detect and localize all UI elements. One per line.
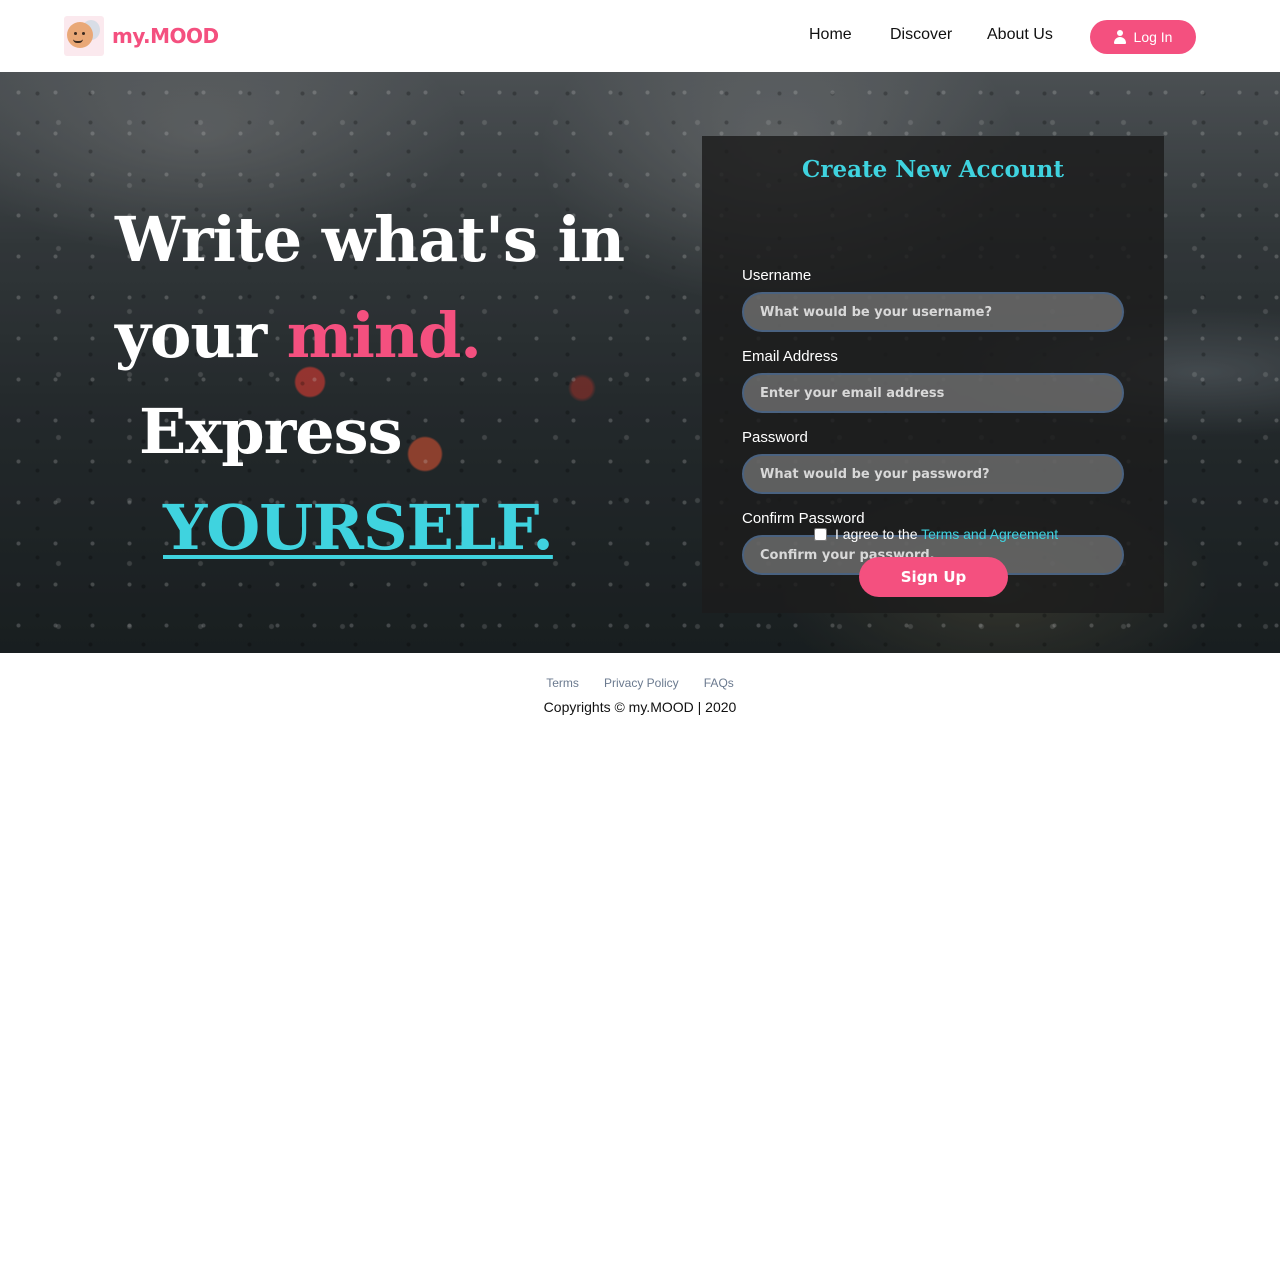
agree-prefix: I agree to the	[835, 526, 922, 542]
agree-text: I agree to the Terms and Agreement	[835, 526, 1058, 542]
footer-link-privacy-policy[interactable]: Privacy Policy	[604, 676, 679, 690]
headline-line-2-prefix: your	[115, 299, 287, 372]
nav-link-about-us[interactable]: About Us	[987, 26, 1053, 44]
footer-link-faqs[interactable]: FAQs	[704, 676, 734, 690]
footer-links: Terms Privacy Policy FAQs	[0, 672, 1280, 691]
password-input[interactable]	[742, 454, 1124, 494]
navbar: my.MOOD Home Discover About Us Log In	[0, 0, 1280, 72]
nav-link-home[interactable]: Home	[809, 26, 852, 44]
password-label: Password	[742, 429, 808, 446]
headline-line-1: Write what's in	[115, 203, 625, 276]
confirm-password-label: Confirm Password	[742, 510, 865, 527]
hero-section: Write what's in your mind. Express YOURS…	[0, 72, 1280, 653]
signup-button[interactable]: Sign Up	[859, 557, 1008, 597]
brand-name: my.MOOD	[112, 24, 219, 48]
nav-link-discover[interactable]: Discover	[890, 26, 952, 44]
terms-checkbox[interactable]	[814, 527, 827, 541]
form-title: Create New Account	[802, 156, 1064, 183]
headline-line-4: YOURSELF.	[163, 491, 554, 564]
terms-link[interactable]: Terms and Agreement	[921, 526, 1058, 542]
mood-faces-logo-icon	[64, 16, 104, 56]
login-button[interactable]: Log In	[1090, 20, 1196, 54]
email-label: Email Address	[742, 348, 838, 365]
terms-agreement: I agree to the Terms and Agreement	[814, 526, 1058, 542]
headline-line-3: Express	[139, 395, 403, 468]
hero-headline: Write what's in your mind. Express YOURS…	[115, 192, 625, 576]
login-label: Log In	[1133, 29, 1173, 45]
headline-highlight-mind: mind.	[286, 299, 482, 372]
username-input[interactable]	[742, 292, 1124, 332]
signup-form: Create New Account Username Email Addres…	[702, 136, 1164, 613]
copyright: Copyrights © my.MOOD | 2020	[543, 699, 737, 715]
user-icon	[1113, 30, 1126, 44]
footer-link-terms[interactable]: Terms	[546, 676, 579, 690]
headline-line-2: your mind.	[115, 288, 624, 384]
username-label: Username	[742, 267, 812, 284]
brand[interactable]: my.MOOD	[64, 16, 219, 56]
email-input[interactable]	[742, 373, 1124, 413]
